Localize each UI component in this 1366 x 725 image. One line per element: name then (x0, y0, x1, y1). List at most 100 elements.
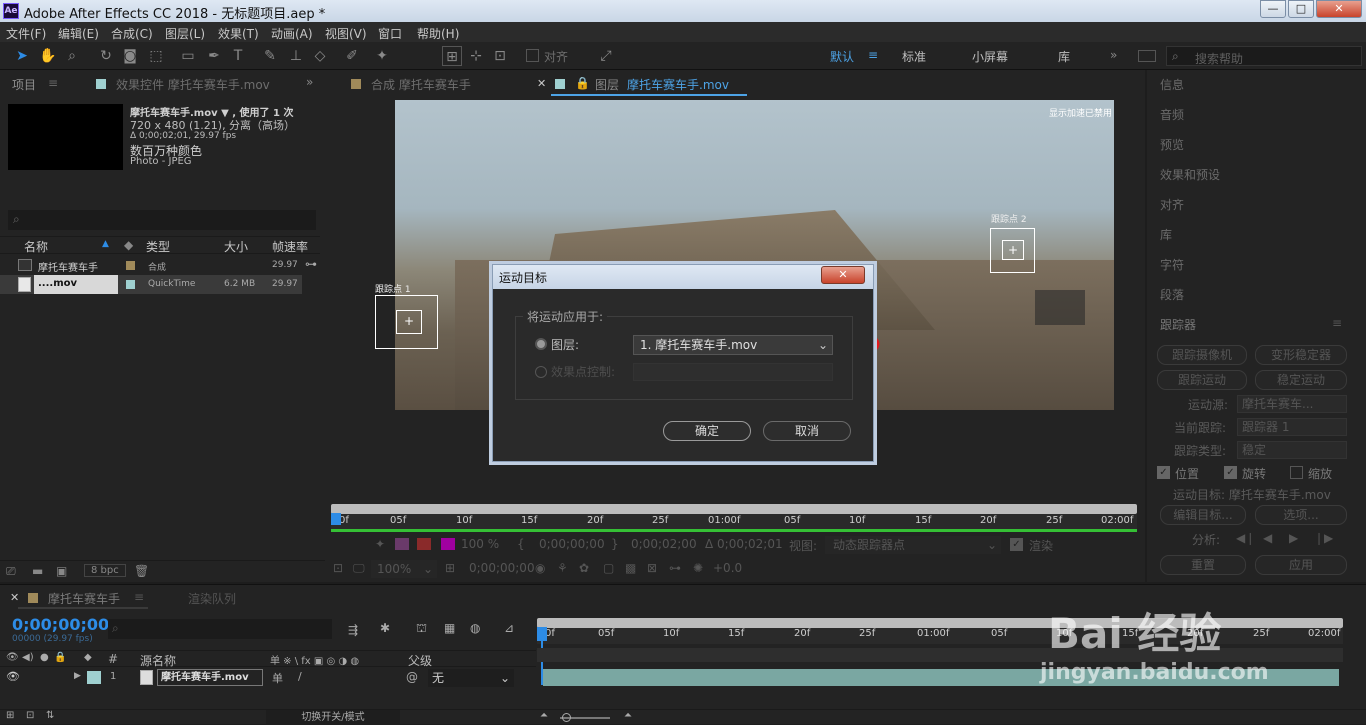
effect-point-radio[interactable] (535, 366, 547, 378)
layer-name[interactable]: 摩托车赛车手.mov (157, 669, 263, 686)
audio-column-icon: ◀) (22, 652, 34, 663)
motion-blur-icon[interactable]: ◍ (470, 621, 480, 635)
motion-target-readout: 运动目标: 摩托车赛车手.mov (1173, 488, 1331, 502)
toggle-switches-modes-button[interactable]: 切换开关/模式 (266, 710, 400, 725)
layer-columns-header: 👁 ◀) ● 🔒 ◆ # 源名称 单 ※ \ fx ▣ ◎ ◑ ◍ 父级 (0, 650, 536, 669)
position-checkbox[interactable]: ✓ (1157, 466, 1170, 479)
apply-motion-group (515, 316, 853, 400)
track-type-label: 跟踪类型: (1174, 444, 1227, 458)
tab-render-queue[interactable]: 渲染队列 (188, 590, 236, 607)
effect-point-select[interactable] (633, 363, 833, 381)
motion-target-dialog: 运动目标 ✕ 将运动应用于: 图层: 1. 摩托车赛车手.mov ⌄ 效果点控制… (492, 264, 874, 462)
warp-stabilizer-button[interactable]: 变形稳定器 (1255, 345, 1347, 365)
column-index: # (108, 652, 119, 666)
analyze-forward-icon[interactable]: ▶ (1289, 531, 1298, 545)
file-icon (140, 670, 153, 685)
timeline-timecode[interactable]: 0;00;00;00 (12, 615, 109, 634)
apply-button[interactable]: 应用 (1255, 555, 1347, 575)
scale-checkbox[interactable] (1290, 466, 1303, 479)
comp-mini-flowchart-icon[interactable]: ⇶ (348, 623, 358, 637)
chevron-down-icon: ⌄ (499, 671, 510, 685)
panel-paragraph[interactable]: 段落 (1160, 286, 1184, 303)
draft-3d-icon[interactable]: ✱ (380, 621, 390, 635)
panel-character[interactable]: 字符 (1160, 256, 1184, 273)
column-source-name[interactable]: 源名称 (140, 652, 176, 669)
current-track-select[interactable]: 跟踪器 1 (1237, 418, 1347, 436)
current-track-label: 当前跟踪: (1174, 421, 1227, 435)
motion-source-select[interactable]: 摩托车赛车... (1237, 395, 1347, 413)
label-color-swatch[interactable] (87, 671, 101, 684)
panel-menu-icon[interactable]: ≡ (134, 590, 144, 604)
stabilize-motion-button[interactable]: 稳定运动 (1255, 370, 1347, 390)
reset-button[interactable]: 重置 (1160, 555, 1246, 575)
panel-align[interactable]: 对齐 (1160, 196, 1184, 213)
effect-point-label: 效果点控制: (551, 365, 616, 379)
graph-editor-icon[interactable]: ⊿ (504, 621, 514, 635)
in-out-pane-icon[interactable]: ⇅ (46, 710, 54, 721)
track-camera-button[interactable]: 跟踪摄像机 (1157, 345, 1247, 365)
label-color-swatch (28, 593, 38, 603)
apply-motion-label: 将运动应用于: (523, 308, 608, 325)
search-icon: ⌕ (112, 621, 119, 635)
timeline-footer: ⊞ ⊡ ⇅ 切换开关/模式 ⏶ ⏶ (0, 709, 1366, 725)
ok-button[interactable]: 确定 (663, 421, 751, 441)
options-button[interactable]: 选项... (1255, 505, 1347, 525)
lock-column-icon: 🔒 (54, 652, 67, 663)
panel-effects-presets[interactable]: 效果和预设 (1160, 166, 1220, 183)
analyze-forward-one-icon[interactable]: ❘▶ (1314, 531, 1333, 545)
panel-info[interactable]: 信息 (1160, 76, 1184, 93)
timeline-time-ruler[interactable]: 0f 05f 10f 15f 20f 25f 01:00f 05f 10f 15… (537, 628, 1343, 644)
zoom-out-icon[interactable]: ⏶ (540, 710, 548, 721)
track-type-select[interactable]: 稳定 (1237, 441, 1347, 459)
layer-index: 1 (110, 671, 117, 682)
solo-column-icon: ● (40, 652, 49, 663)
rotation-checkbox[interactable]: ✓ (1224, 466, 1237, 479)
layer-switches-pane-icon[interactable]: ⊞ (6, 710, 14, 721)
panel-libraries[interactable]: 库 (1160, 226, 1172, 243)
zoom-in-icon[interactable]: ⏶ (624, 710, 632, 721)
zoom-slider-handle[interactable] (562, 713, 571, 722)
layer-radio[interactable] (535, 338, 547, 350)
motion-source-label: 运动源: (1188, 398, 1229, 412)
parent-select[interactable]: 无 ⌄ (428, 669, 514, 687)
timeline-search-input[interactable]: ⌕ (108, 619, 332, 639)
analyze-backward-icon[interactable]: ◀ (1263, 531, 1272, 545)
panel-tracker[interactable]: 跟踪器 (1160, 316, 1196, 333)
edit-target-button[interactable]: 编辑目标... (1160, 505, 1246, 525)
analyze-back-one-icon[interactable]: ◀❘ (1236, 531, 1255, 545)
layer-row[interactable]: 👁 ▶ 1 摩托车赛车手.mov 单 / @ 无 ⌄ (0, 668, 536, 688)
column-parent[interactable]: 父级 (408, 652, 432, 669)
timeline-work-area-bar[interactable] (537, 618, 1343, 628)
pick-whip-icon[interactable]: @ (406, 670, 418, 684)
shy-switch-icon[interactable]: 单 (272, 670, 283, 686)
dialog-close-button[interactable]: ✕ (821, 266, 865, 284)
track-motion-button[interactable]: 跟踪运动 (1157, 370, 1247, 390)
layer-radio-label: 图层: (551, 338, 580, 352)
timeline-current-time-indicator[interactable] (537, 627, 547, 641)
layer-select[interactable]: 1. 摩托车赛车手.mov ⌄ (633, 335, 833, 355)
transfer-controls-pane-icon[interactable]: ⊡ (26, 710, 34, 721)
dialog-title: 运动目标 (499, 271, 548, 285)
label-column-icon: ◆ (84, 652, 92, 663)
quality-switch-icon[interactable]: / (298, 670, 302, 683)
scale-label: 缩放 (1308, 467, 1333, 481)
column-switches: 单 ※ \ fx ▣ ◎ ◑ ◍ (270, 656, 360, 667)
chevron-down-icon: ⌄ (817, 338, 828, 352)
tab-timeline-comp[interactable]: 摩托车赛车手 (48, 590, 120, 607)
close-tab-icon[interactable]: ✕ (10, 591, 19, 604)
timeline-frames: 00000 (29.97 fps) (12, 634, 93, 644)
position-label: 位置 (1175, 467, 1200, 481)
frame-blending-icon[interactable]: ▦ (444, 621, 455, 635)
rotation-label: 旋转 (1242, 467, 1267, 481)
visibility-column-icon: 👁 (6, 652, 19, 663)
expand-triangle-icon[interactable]: ▶ (74, 671, 81, 681)
cancel-button[interactable]: 取消 (763, 421, 851, 441)
shy-layers-icon[interactable]: ⛫ (416, 621, 427, 637)
panel-menu-icon[interactable]: ≡ (1332, 316, 1342, 330)
dialog-titlebar: 运动目标 ✕ (493, 265, 873, 289)
analyze-label: 分析: (1192, 533, 1221, 547)
visibility-eye-icon[interactable]: 👁 (6, 670, 20, 683)
panel-audio[interactable]: 音频 (1160, 106, 1184, 123)
panel-preview[interactable]: 预览 (1160, 136, 1184, 153)
baidu-watermark-logo: Bai 经验 (1048, 609, 1222, 658)
